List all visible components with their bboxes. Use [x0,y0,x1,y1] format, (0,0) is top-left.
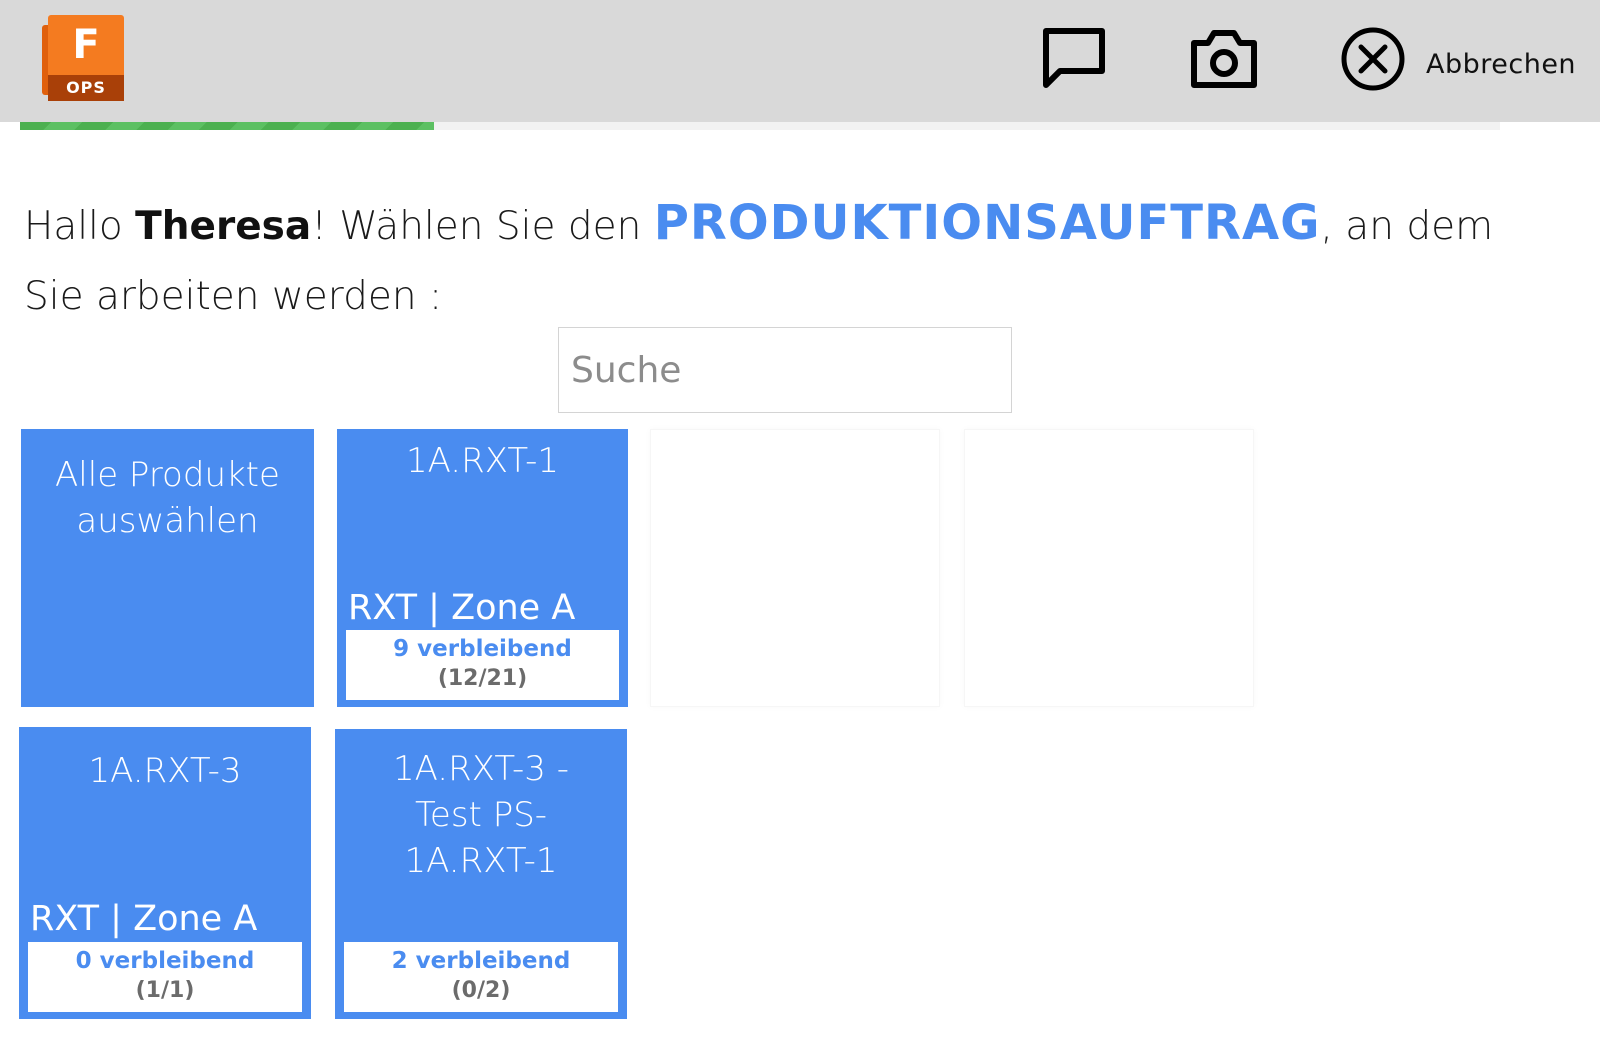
tile-status: 2 verbleibend (0/2) [344,942,618,1012]
search-input[interactable] [558,327,1012,413]
faded-tile [650,429,940,707]
tile-zone: RXT | Zone A [348,588,576,628]
tile-title: 1A.RXT-1 [406,441,559,481]
tile-status: 0 verbleibend (1/1) [28,942,302,1012]
tile-title: 1A.RXT-3 - Test PS-1A.RXT-1 [392,749,570,881]
faded-tile [964,429,1254,707]
logo-letter: F [72,22,100,68]
order-tile[interactable]: 1A.RXT-3 RXT | Zone A 0 verbleibend (1/1… [19,727,311,1019]
tile-zone: RXT | Zone A [30,899,258,939]
tile-title: Alle Produkte auswählen [55,455,280,541]
close-circle-icon [1341,27,1405,91]
greeting-keyword: PRODUKTIONSAUFTRAG [653,195,1321,251]
cancel-button[interactable]: Abbrechen [1426,45,1576,85]
greeting-prefix: Hallo [24,204,136,249]
remaining-count: 2 verbleibend [391,948,571,974]
tile-title: 1A.RXT-3 [88,751,242,791]
logo-badge: OPS [48,75,124,101]
order-tile[interactable]: 1A.RXT-1 RXT | Zone A 9 verbleibend (12/… [337,429,628,707]
chat-icon [1043,28,1105,88]
progress-bar [20,122,1500,130]
select-all-tile[interactable]: Alle Produkte auswählen [21,429,314,707]
greeting-text: Hallo Theresa! Wählen Sie den PRODUKTION… [24,188,1544,332]
progress-count: (1/1) [135,978,195,1003]
progress-count: (12/21) [437,666,528,691]
top-bar: F OPS Abbrechen [0,0,1600,122]
camera-button[interactable] [1190,27,1258,89]
order-tile[interactable]: 1A.RXT-3 - Test PS-1A.RXT-1 2 verbleiben… [335,729,627,1019]
cancel-icon-button[interactable] [1340,26,1406,92]
progress-count: (0/2) [451,978,511,1003]
user-name: Theresa [135,204,312,249]
chat-button[interactable] [1040,25,1108,91]
app-logo: F OPS [42,15,124,101]
camera-icon [1191,30,1257,88]
remaining-count: 0 verbleibend [75,948,255,974]
remaining-count: 9 verbleibend [393,636,572,662]
tile-status: 9 verbleibend (12/21) [346,630,619,700]
greeting-mid: ! Wählen Sie den [311,204,654,249]
progress-fill [20,122,435,130]
